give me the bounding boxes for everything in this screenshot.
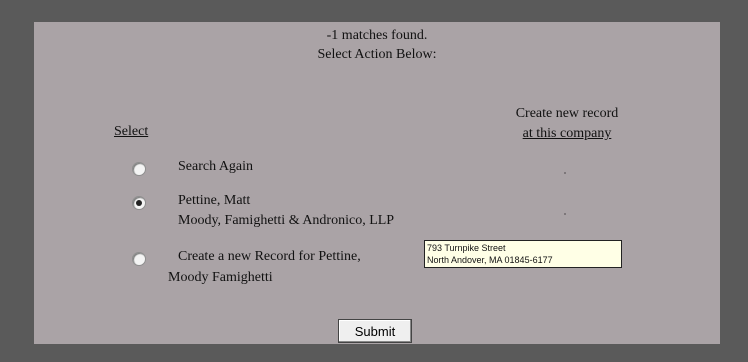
submit-button[interactable]: Submit	[338, 319, 412, 343]
tooltip-street: 793 Turnpike Street	[427, 243, 506, 253]
create-record-column-header: Create new record at this company	[492, 104, 642, 144]
create-record-link-search-again[interactable]	[564, 172, 566, 174]
match-company-label: Moody, Famighetti & Andronico, LLP	[178, 213, 395, 228]
select-column-header: Select	[114, 124, 149, 139]
create-new-record-radio[interactable]	[132, 252, 146, 266]
search-again-label: Search Again	[178, 159, 254, 174]
create-new-record-company-label: Moody Famighetti	[168, 270, 273, 285]
results-panel: -1 matches found. Select Action Below: S…	[34, 22, 720, 344]
tooltip-city: North Andover, MA 01845-6177	[427, 255, 553, 265]
search-again-radio[interactable]	[132, 162, 146, 176]
create-new-record-label: Create a new Record for Pettine,	[178, 249, 361, 264]
matches-found-text: -1 matches found.	[326, 28, 428, 43]
create-record-header-line2: at this company	[522, 126, 612, 141]
address-tooltip: 793 Turnpike Street North Andover, MA 01…	[424, 240, 622, 268]
select-match-radio[interactable]	[132, 196, 146, 210]
select-action-text: Select Action Below:	[317, 47, 437, 62]
create-record-link-match[interactable]	[564, 213, 566, 215]
match-name-label: Pettine, Matt	[178, 193, 251, 208]
create-record-header-line1: Create new record	[515, 106, 619, 121]
